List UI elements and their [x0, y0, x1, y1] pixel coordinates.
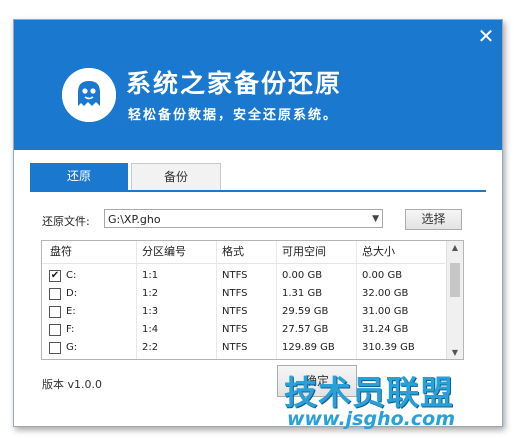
cell-total: 0.00 GB: [362, 270, 403, 281]
cell-partition: 1:2: [142, 288, 159, 299]
cell-free: 29.59 GB: [282, 306, 329, 317]
table-header: 盘符 分区编号 格式 可用空间 总大小: [42, 241, 445, 264]
cell-free: 1.31 GB: [282, 288, 323, 299]
col-total: 总大小: [362, 245, 395, 258]
app-subtitle: 轻松备份数据，安全还原系统。: [128, 108, 339, 123]
file-path-select[interactable]: G:\XP.gho ▼: [104, 209, 383, 228]
tab-backup[interactable]: 备份: [131, 163, 221, 190]
cell-partition: 1:3: [142, 306, 159, 317]
tab-restore[interactable]: 还原: [30, 163, 128, 190]
watermark-url: www.jsgho.com: [287, 408, 455, 430]
col-free: 可用空间: [282, 245, 326, 258]
header-banner: ✕ 系统之家备份还原 轻松备份数据，安全还原系统。: [14, 20, 502, 150]
cell-total: 31.00 GB: [362, 306, 409, 317]
app-title: 系统之家备份还原: [126, 69, 343, 98]
cell-total: 310.39 GB: [362, 342, 415, 353]
cell-format: NTFS: [222, 342, 248, 353]
col-format: 格式: [222, 245, 244, 258]
tab-underline: [30, 190, 486, 192]
scroll-up-icon[interactable]: ▲: [447, 243, 463, 252]
ghost-logo-icon: [62, 68, 116, 122]
cell-partition: 1:1: [142, 270, 159, 281]
scroll-thumb[interactable]: [450, 263, 460, 297]
table-row[interactable]: D: 1:2 NTFS 1.31 GB 32.00 GB: [42, 285, 445, 303]
browse-button[interactable]: 选择: [405, 209, 462, 230]
version-label: 版本 v1.0.0: [42, 378, 102, 391]
cell-partition: 1:4: [142, 324, 159, 335]
vertical-scrollbar[interactable]: ▲ ▼: [446, 241, 463, 359]
watermark-text: 技术员联盟: [284, 373, 454, 412]
scroll-down-icon[interactable]: ▼: [447, 348, 463, 357]
partition-table: 盘符 分区编号 格式 可用空间 总大小 ✔ C: 1:1 NTFS 0.00 G…: [41, 240, 464, 360]
cell-total: 32.00 GB: [362, 288, 409, 299]
cell-drive: G:: [66, 342, 78, 353]
col-partition: 分区编号: [142, 245, 186, 258]
cell-free: 0.00 GB: [282, 270, 323, 281]
cell-total: 31.24 GB: [362, 324, 409, 335]
cell-drive: E:: [66, 306, 76, 317]
cell-format: NTFS: [222, 288, 248, 299]
table-row[interactable]: ✔ C: 1:1 NTFS 0.00 GB 0.00 GB: [42, 267, 445, 285]
file-label: 还原文件:: [42, 215, 90, 228]
table-row[interactable]: F: 1:4 NTFS 27.57 GB 31.24 GB: [42, 321, 445, 339]
cell-drive: D:: [66, 288, 78, 299]
row-checkbox[interactable]: [49, 288, 61, 300]
table-row[interactable]: E: 1:3 NTFS 29.59 GB 31.00 GB: [42, 303, 445, 321]
cell-partition: 2:2: [142, 342, 159, 353]
table-row[interactable]: G: 2:2 NTFS 129.89 GB 310.39 GB: [42, 339, 445, 357]
file-path-value: G:\XP.gho: [108, 213, 161, 226]
cell-free: 27.57 GB: [282, 324, 329, 335]
cell-format: NTFS: [222, 270, 248, 281]
col-drive: 盘符: [50, 245, 72, 258]
close-icon[interactable]: ✕: [476, 26, 496, 46]
row-checkbox[interactable]: [49, 324, 61, 336]
cell-format: NTFS: [222, 306, 248, 317]
cell-format: NTFS: [222, 324, 248, 335]
chevron-down-icon[interactable]: ▼: [372, 210, 379, 229]
row-checkbox[interactable]: [49, 342, 61, 354]
cell-drive: F:: [66, 324, 75, 335]
cell-free: 129.89 GB: [282, 342, 335, 353]
cell-drive: C:: [66, 270, 77, 281]
row-checkbox[interactable]: ✔: [49, 270, 61, 282]
row-checkbox[interactable]: [49, 306, 61, 318]
